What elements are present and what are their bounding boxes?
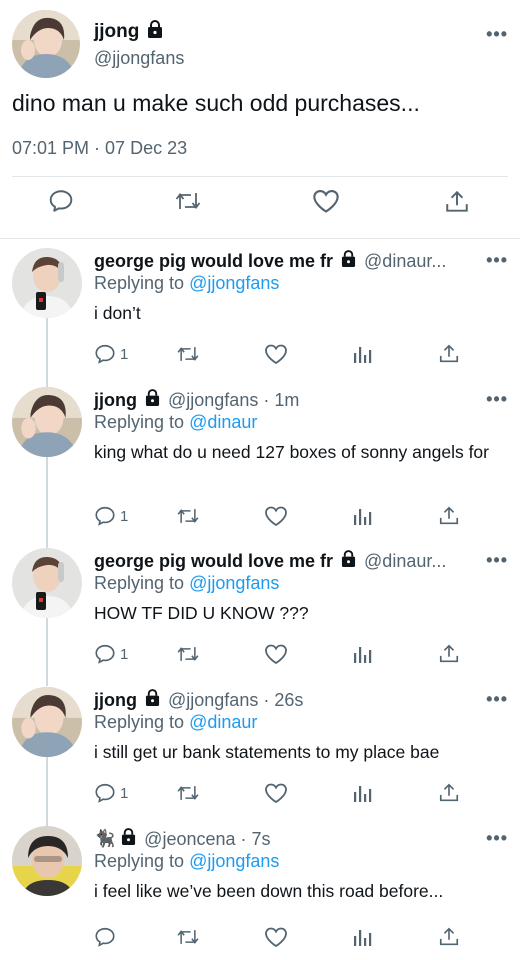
author-name[interactable]: george pig would love me fr [94, 551, 333, 572]
share-icon[interactable] [438, 780, 460, 806]
views-icon[interactable] [352, 341, 372, 367]
author-handle[interactable]: @jjongfans · 26s [168, 690, 303, 711]
more-options-icon[interactable]: ••• [486, 24, 508, 45]
reply-text: i don’t [94, 303, 141, 323]
reply-tweet[interactable]: 🐈‍⬛ @jeoncena · 7s ••• Replying to @jjon… [0, 818, 520, 958]
reply-icon[interactable] [48, 188, 78, 218]
share-icon[interactable] [438, 641, 460, 667]
heart-icon[interactable] [264, 503, 288, 529]
heart-icon[interactable] [264, 341, 288, 367]
main-tweet-actions [12, 188, 508, 228]
share-icon[interactable] [438, 503, 460, 529]
views-icon[interactable] [352, 503, 372, 529]
heart-icon[interactable] [312, 188, 342, 218]
retweet-icon[interactable] [176, 924, 200, 950]
replying-to-link[interactable]: @jjongfans [189, 851, 279, 871]
more-options-icon[interactable]: ••• [486, 550, 508, 571]
divider [12, 176, 508, 177]
replying-prefix: Replying to [94, 412, 185, 432]
replying-prefix: Replying to [94, 273, 185, 293]
main-tweet-header: jjong @jjongfans ••• [12, 10, 508, 82]
more-options-icon[interactable]: ••• [486, 689, 508, 710]
lock-icon [341, 550, 356, 572]
divider [0, 238, 520, 239]
views-icon[interactable] [352, 780, 372, 806]
replying-prefix: Replying to [94, 851, 185, 871]
author-handle[interactable]: @jeoncena · 7s [144, 829, 270, 850]
more-options-icon[interactable]: ••• [486, 250, 508, 271]
share-icon[interactable] [438, 924, 460, 950]
author-name[interactable]: jjong [94, 21, 139, 43]
retweet-icon[interactable] [174, 188, 204, 218]
author-name[interactable]: jjong [94, 690, 137, 711]
replying-to-link[interactable]: @jjongfans [189, 573, 279, 593]
reply-actions: 1 [94, 341, 460, 367]
replying-to: Replying to @jjongfans [94, 573, 279, 594]
retweet-icon[interactable] [176, 503, 200, 529]
reply-tweet[interactable]: george pig would love me fr @dinaur... •… [0, 540, 520, 680]
lock-icon [145, 689, 160, 711]
reply-actions [94, 924, 460, 950]
heart-icon[interactable] [264, 780, 288, 806]
reply-icon[interactable]: 1 [94, 341, 128, 367]
reply-count: 1 [120, 345, 129, 363]
replying-to: Replying to @dinaur [94, 712, 257, 733]
reply-icon[interactable]: 1 [94, 503, 128, 529]
views-icon[interactable] [352, 641, 372, 667]
reply-count: 1 [120, 507, 129, 525]
author-name[interactable]: jjong [94, 390, 137, 411]
replying-prefix: Replying to [94, 573, 185, 593]
author-handle[interactable]: @dinaur... [364, 551, 446, 572]
reply-icon[interactable]: 1 [94, 780, 128, 806]
replying-to: Replying to @jjongfans [94, 851, 279, 872]
avatar[interactable] [12, 548, 82, 618]
retweet-icon[interactable] [176, 641, 200, 667]
retweet-icon[interactable] [176, 780, 200, 806]
heart-icon[interactable] [264, 641, 288, 667]
reply-tweet[interactable]: jjong @jjongfans · 26s ••• Replying to @… [0, 679, 520, 819]
author-name[interactable]: george pig would love me fr [94, 251, 333, 272]
author-handle[interactable]: @jjongfans [94, 48, 184, 69]
author-handle[interactable]: @jjongfans · 1m [168, 390, 299, 411]
share-icon[interactable] [444, 188, 474, 218]
avatar[interactable] [12, 387, 82, 457]
reply-tweet[interactable]: george pig would love me fr @dinaur... •… [0, 240, 520, 380]
reply-text: i still get ur bank statements to my pla… [94, 742, 440, 762]
reply-text: i feel like we’ve been down this road be… [94, 881, 444, 901]
replying-to-link[interactable]: @dinaur [189, 712, 257, 732]
heart-icon[interactable] [264, 924, 288, 950]
reply-text: king what do u need 127 boxes of sonny a… [94, 442, 489, 462]
replying-to-link[interactable]: @jjongfans [189, 273, 279, 293]
replying-prefix: Replying to [94, 712, 185, 732]
avatar[interactable] [12, 248, 82, 318]
reply-icon[interactable]: 1 [94, 641, 128, 667]
avatar[interactable] [12, 687, 82, 757]
more-options-icon[interactable]: ••• [486, 389, 508, 410]
replying-to: Replying to @jjongfans [94, 273, 279, 294]
reply-text: HOW TF DID U KNOW ??? [94, 603, 309, 623]
retweet-icon[interactable] [176, 341, 200, 367]
reply-actions: 1 [94, 503, 460, 529]
avatar[interactable] [12, 10, 80, 78]
reply-actions: 1 [94, 780, 460, 806]
reply-count: 1 [120, 784, 129, 802]
reply-actions: 1 [94, 641, 460, 667]
lock-icon [121, 828, 136, 850]
views-icon[interactable] [352, 924, 372, 950]
tweet-timestamp[interactable]: 07:01 PM · 07 Dec 23 [12, 138, 187, 159]
tweet-text: dino man u make such odd purchases... [12, 90, 420, 116]
lock-icon [145, 389, 160, 411]
reply-tweet[interactable]: jjong @jjongfans · 1m ••• Replying to @d… [0, 379, 520, 527]
reply-icon[interactable] [94, 924, 116, 950]
lock-icon [147, 20, 163, 43]
share-icon[interactable] [438, 341, 460, 367]
author-handle[interactable]: @dinaur... [364, 251, 446, 272]
replying-to-link[interactable]: @dinaur [189, 412, 257, 432]
reply-count: 1 [120, 645, 129, 663]
more-options-icon[interactable]: ••• [486, 828, 508, 849]
replying-to: Replying to @dinaur [94, 412, 257, 433]
lock-icon [341, 250, 356, 272]
avatar[interactable] [12, 826, 82, 896]
author-name[interactable]: 🐈‍⬛ [94, 829, 115, 849]
